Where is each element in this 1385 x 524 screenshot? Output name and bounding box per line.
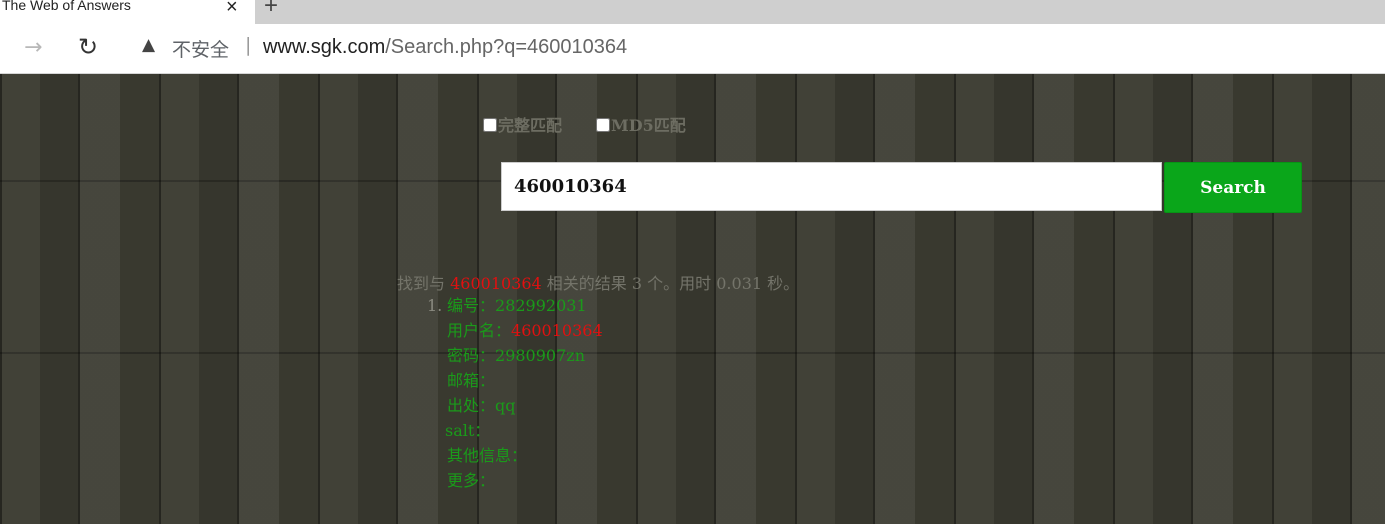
more-label: 更多： (447, 471, 496, 490)
browser-tab[interactable]: The Web of Answers × (0, 0, 255, 24)
forward-icon[interactable]: → (24, 35, 42, 60)
other-info-label: 其他信息： (447, 446, 528, 465)
url-text[interactable]: www.sgk.com/Search.php?q=460010364 (263, 36, 627, 59)
warning-icon[interactable]: ▲ (142, 35, 155, 55)
tab-title: The Web of Answers (2, 0, 131, 13)
result-username: 用户名：460010364 (427, 318, 603, 343)
search-input[interactable] (501, 162, 1162, 211)
result-password: 密码：2980907zn (427, 343, 603, 368)
source-label: 出处： (447, 396, 496, 415)
md5-match-label: MD5匹配 (611, 116, 686, 135)
result-salt: salt： (427, 418, 603, 443)
full-match-label: 完整匹配 (498, 116, 563, 135)
summary-term: 460010364 (450, 274, 542, 293)
tab-strip: The Web of Answers × + (0, 0, 1385, 24)
email-label: 邮箱： (447, 371, 496, 390)
id-label: 编号： (447, 296, 496, 315)
result-summary: 找到与 460010364 相关的结果 3 个。用时 0.031 秒。 (397, 270, 799, 294)
result-other-info: 其他信息： (427, 443, 603, 468)
close-icon[interactable]: × (226, 0, 238, 19)
result-list: 1. 编号：282992031 用户名：460010364 密码：2980907z… (427, 293, 603, 518)
result-source: 出处：qq (427, 393, 603, 418)
salt-label: salt： (445, 421, 491, 440)
username-label: 用户名： (447, 321, 512, 340)
url-separator: | (245, 34, 252, 56)
result-index: 1. (427, 296, 443, 315)
url-host: www.sgk.com (263, 36, 386, 58)
md5-match-option[interactable]: MD5匹配 (596, 112, 686, 136)
full-match-option[interactable]: 完整匹配 (483, 112, 562, 136)
insecure-label[interactable]: 不安全 (172, 35, 229, 62)
result-email: 邮箱： (427, 368, 603, 393)
reload-icon[interactable]: ↻ (78, 33, 98, 61)
source-value: qq (495, 396, 516, 415)
result-more: 更多： (427, 468, 603, 493)
result-id: 1. 编号：282992031 (427, 293, 603, 318)
password-label: 密码： (447, 346, 496, 365)
summary-prefix: 找到与 (397, 274, 451, 293)
result-item: 1. 编号：282992031 用户名：460010364 密码：2980907z… (427, 293, 603, 518)
username-value: 460010364 (511, 321, 603, 340)
search-button[interactable]: Search (1164, 162, 1302, 213)
summary-suffix: 相关的结果 3 个。用时 0.031 秒。 (541, 274, 800, 293)
browser-toolbar: → ↻ ▲ 不安全 | www.sgk.com/Search.php?q=460… (0, 24, 1385, 74)
page-content: 完整匹配 MD5匹配 Search 找到与 460010364 相关的结果 3 … (0, 74, 1385, 524)
result-spacer (427, 493, 603, 518)
id-value: 282992031 (495, 296, 587, 315)
full-match-checkbox[interactable] (483, 118, 497, 132)
new-tab-icon[interactable]: + (264, 0, 278, 20)
url-path: /Search.php?q=460010364 (385, 36, 628, 58)
password-value: 2980907zn (495, 346, 586, 365)
md5-match-checkbox[interactable] (596, 118, 610, 132)
